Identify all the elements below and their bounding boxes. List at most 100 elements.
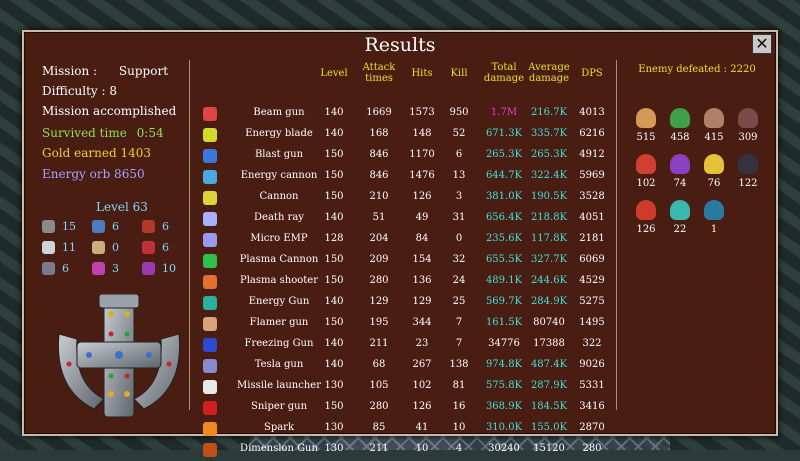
cannon-icon <box>203 191 217 205</box>
cell-attack: 68 <box>372 359 386 370</box>
cell-total: 489.1K <box>485 275 523 286</box>
cell-avg: 265.3K <box>530 149 568 160</box>
dark-jellyfish-icon <box>738 108 758 128</box>
cell-dps: 4912 <box>579 149 605 160</box>
cell-avg: 80740 <box>533 317 565 328</box>
table-row: Death ray 140 51 49 31 656.4K 218.8K 4051 <box>194 209 614 230</box>
cell-level: 150 <box>324 149 344 160</box>
cell-total: 655.5K <box>485 254 523 265</box>
cell-avg: 218.8K <box>530 212 568 223</box>
cell-avg: 117.8K <box>530 233 568 244</box>
cell-avg: 487.4K <box>530 359 568 370</box>
enemy-item: 76 <box>698 154 730 189</box>
black-spider-icon <box>738 154 758 174</box>
survived-row: Survived time 0:54 <box>42 126 164 140</box>
purple-jellyfish-icon <box>670 154 690 174</box>
cell-kill: 7 <box>455 317 463 328</box>
cell-dps: 4529 <box>579 275 605 286</box>
ship-icon <box>57 294 181 418</box>
enemy-defeated-header: Enemy defeated : 2220 <box>638 64 756 75</box>
cell-level: 130 <box>324 422 344 433</box>
missile-icon <box>42 241 55 254</box>
stat-value: 6 <box>112 220 119 233</box>
player-level: Level 63 <box>96 200 148 214</box>
table-row: Plasma Cannon 150 209 154 32 655.5K 327.7K 6069 <box>194 251 614 272</box>
enemy-count: 415 <box>704 132 724 143</box>
enemy-item: 102 <box>630 154 662 189</box>
cell-attack: 280 <box>369 275 389 286</box>
enemy-item: 515 <box>630 108 662 143</box>
cell-dps: 5331 <box>579 380 605 391</box>
cell-kill: 13 <box>452 170 466 181</box>
table-row: Plasma shooter 150 280 136 24 489.1K 244.6K 452… <box>194 272 614 293</box>
header-attack-times: Attack times <box>362 62 396 84</box>
cell-avg: 155.0K <box>530 422 568 433</box>
close-button[interactable]: ✕ <box>752 34 772 54</box>
mission-row: Mission : Support <box>42 64 168 78</box>
cell-dps: 322 <box>582 338 602 349</box>
cell-dps: 5275 <box>579 296 605 307</box>
cell-attack: 129 <box>369 296 389 307</box>
survived-label: Survived time <box>42 126 127 140</box>
cell-total: 671.3K <box>485 128 523 139</box>
cell-total: 30240 <box>488 443 520 454</box>
survived-value: 0:54 <box>136 126 164 140</box>
cell-level: 128 <box>324 233 344 244</box>
cell-hits: 1573 <box>409 107 435 118</box>
cell-level: 140 <box>324 128 344 139</box>
stat-value: 3 <box>112 262 119 275</box>
beam-gun-icon <box>203 107 217 121</box>
enemy-item: 1 <box>698 200 730 235</box>
table-row: Micro EMP 128 204 84 0 235.6K 117.8K 2181 <box>194 230 614 251</box>
enemy-count: 515 <box>636 132 656 143</box>
energy-gun-icon <box>203 296 217 310</box>
cell-total: 974.8K <box>485 359 523 370</box>
cell-avg: 335.7K <box>530 128 568 139</box>
crate-icon <box>92 241 105 254</box>
cell-hits: 126 <box>412 401 432 412</box>
wheel-icon <box>42 220 55 233</box>
energy-orb: Energy orb 8650 <box>42 167 145 181</box>
tesla-gun-icon <box>203 359 217 373</box>
cell-kill: 24 <box>452 275 466 286</box>
stat-value: 0 <box>112 241 119 254</box>
table-row: Missile launcher 130 105 102 81 575.8K 287.9K 5… <box>194 377 614 398</box>
gear-icon <box>42 262 55 275</box>
mission-value: Support <box>118 64 169 78</box>
cell-avg: 287.9K <box>530 380 568 391</box>
header-level: Level <box>320 68 348 79</box>
cell-attack: 105 <box>369 380 389 391</box>
cell-avg: 15120 <box>533 443 565 454</box>
cell-dps: 9026 <box>579 359 605 370</box>
table-row: Sniper gun 150 280 126 16 368.9K 184.5K 3416 <box>194 398 614 419</box>
enemy-count: 76 <box>707 178 721 189</box>
results-window: Results ✕ Mission : Support Difficulty :… <box>22 30 778 457</box>
radiation-icon <box>92 262 105 275</box>
cell-avg: 190.5K <box>530 191 568 202</box>
table-row: Energy cannon 150 846 1476 13 644.7K 322.4K 596… <box>194 167 614 188</box>
cell-avg: 184.5K <box>530 401 568 412</box>
table-row: Beam gun 140 1669 1573 950 1.7M 216.7K 4013 <box>194 104 614 125</box>
cell-kill: 950 <box>449 107 469 118</box>
spark-icon <box>203 422 217 436</box>
cell-hits: 129 <box>412 296 432 307</box>
cell-total: 368.9K <box>485 401 523 412</box>
cell-total: 310.0K <box>485 422 523 433</box>
cell-hits: 267 <box>412 359 432 370</box>
dimension-gun-icon <box>203 443 217 457</box>
right-divider <box>616 60 617 410</box>
cell-total: 161.5K <box>485 317 523 328</box>
teal-star-icon <box>670 200 690 220</box>
enemy-item: 458 <box>664 108 696 143</box>
cell-avg: 244.6K <box>530 275 568 286</box>
enemy-item: 126 <box>630 200 662 235</box>
stat-value: 6 <box>162 241 169 254</box>
cell-hits: 148 <box>412 128 432 139</box>
red-spore-icon <box>636 200 656 220</box>
cell-kill: 3 <box>455 191 463 202</box>
cell-attack: 211 <box>369 443 389 454</box>
cell-dps: 280 <box>582 443 602 454</box>
cell-level: 150 <box>324 191 344 202</box>
enemy-count: 126 <box>636 224 656 235</box>
cell-hits: 84 <box>415 233 429 244</box>
